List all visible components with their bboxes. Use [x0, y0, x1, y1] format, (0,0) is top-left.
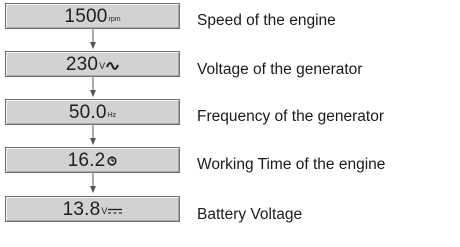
label-generator-voltage: Voltage of the generator: [197, 61, 363, 78]
display-generator-voltage: 230 V: [5, 51, 180, 77]
label-working-time: Working Time of the engine: [197, 156, 386, 173]
label-engine-speed: Speed of the engine: [197, 12, 336, 29]
display-engine-speed: 1500 rpm: [5, 3, 180, 29]
battery-voltage-unit: V: [101, 206, 108, 216]
generator-voltage-value: 230: [65, 53, 99, 75]
display-generator-frequency: 50.0 Hz: [5, 99, 180, 125]
down-arrow-icon: [90, 77, 96, 97]
label-battery-voltage: Battery Voltage: [197, 206, 303, 223]
generator-frequency-value: 50.0: [68, 101, 107, 123]
down-arrow-icon: [90, 29, 96, 49]
engine-speed-value: 1500: [64, 5, 108, 27]
generator-voltage-unit: V: [99, 61, 106, 71]
battery-voltage-value: 13.8: [62, 198, 101, 220]
working-time-value: 16.2: [67, 149, 106, 171]
engine-parameter-legend: 1500 rpm Speed of the engine 230 V Volta…: [0, 0, 460, 247]
clock-icon: [107, 156, 117, 166]
dc-symbol-icon: [108, 208, 123, 214]
label-generator-frequency: Frequency of the generator: [197, 108, 384, 125]
generator-frequency-unit: Hz: [107, 112, 117, 119]
engine-speed-unit: rpm: [108, 16, 121, 23]
down-arrow-icon: [90, 173, 96, 193]
down-arrow-icon: [90, 125, 96, 145]
display-working-time: 16.2: [5, 147, 180, 173]
display-battery-voltage: 13.8 V: [5, 196, 180, 222]
ac-wave-icon: [106, 62, 120, 70]
